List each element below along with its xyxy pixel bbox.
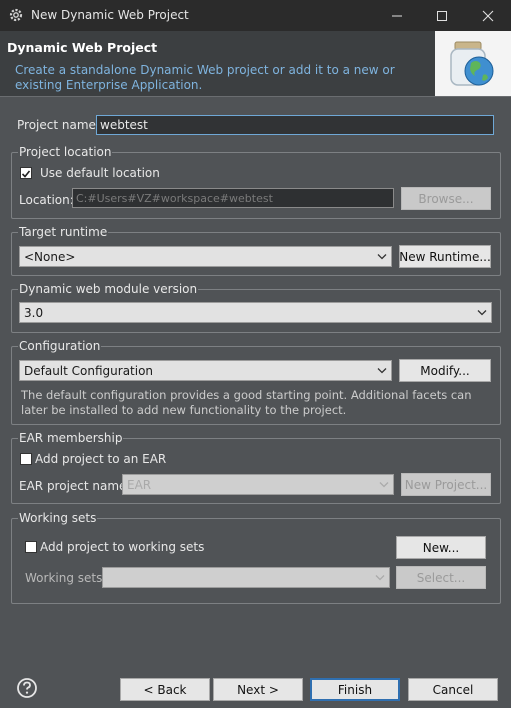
module-version-select[interactable]: 3.0	[19, 302, 492, 323]
project-name-label: Project name:	[17, 118, 100, 132]
project-name-input[interactable]: webtest	[96, 115, 494, 135]
maximize-button[interactable]	[419, 0, 465, 31]
close-button[interactable]	[465, 0, 511, 31]
module-version-group-label: Dynamic web module version	[18, 282, 199, 296]
working-sets-select[interactable]	[102, 567, 390, 588]
target-runtime-group-label: Target runtime	[18, 225, 109, 239]
close-icon	[482, 10, 494, 21]
working-sets-label: Working sets:	[25, 571, 107, 585]
use-default-location-label: Use default location	[40, 166, 160, 180]
next-button[interactable]: Next >	[213, 678, 303, 701]
minimize-icon	[392, 15, 402, 16]
modify-button[interactable]: Modify...	[399, 359, 491, 382]
add-to-ear-label: Add project to an EAR	[35, 452, 167, 466]
finish-button[interactable]: Finish	[310, 678, 400, 701]
working-sets-group	[11, 518, 501, 604]
chevron-down-icon	[377, 367, 387, 373]
working-sets-group-label: Working sets	[18, 511, 98, 525]
maximize-icon	[437, 10, 447, 21]
minimize-button[interactable]	[374, 0, 420, 31]
chevron-down-icon	[375, 574, 385, 580]
configuration-group-label: Configuration	[18, 339, 102, 353]
ear-membership-group-label: EAR membership	[18, 431, 124, 445]
ear-project-name-select[interactable]: EAR	[122, 474, 394, 495]
web-project-jar-icon	[450, 41, 494, 86]
ear-project-name-label: EAR project name:	[19, 479, 131, 493]
chevron-down-icon	[377, 253, 387, 259]
configuration-value: Default Configuration	[24, 363, 154, 378]
add-to-working-sets-checkbox[interactable]	[25, 541, 37, 553]
header-divider	[0, 96, 511, 97]
wizard-banner-image	[435, 31, 511, 96]
project-location-group-label: Project location	[18, 145, 113, 159]
new-working-set-button[interactable]: New...	[396, 536, 486, 559]
location-label: Location:	[19, 193, 74, 207]
configuration-select[interactable]: Default Configuration	[19, 360, 392, 381]
select-working-sets-button[interactable]: Select...	[396, 566, 486, 589]
chevron-down-icon	[477, 309, 487, 315]
target-runtime-select[interactable]: <None>	[19, 246, 392, 267]
back-button[interactable]: < Back	[120, 678, 210, 701]
add-to-ear-checkbox[interactable]	[20, 453, 32, 465]
checkmark-icon	[21, 170, 31, 178]
cancel-button[interactable]: Cancel	[408, 678, 498, 701]
gear-icon	[8, 7, 24, 23]
configuration-description: The default configuration provides a goo…	[21, 388, 472, 417]
page-description: Create a standalone Dynamic Web project …	[15, 63, 395, 92]
location-input[interactable]: C:#Users#VZ#workspace#webtest	[72, 188, 394, 208]
help-button[interactable]	[16, 677, 38, 699]
page-title: Dynamic Web Project	[7, 40, 158, 55]
module-version-value: 3.0	[24, 305, 44, 320]
add-to-working-sets-label: Add project to working sets	[40, 540, 205, 554]
use-default-location-checkbox[interactable]	[20, 167, 32, 179]
target-runtime-value: <None>	[24, 249, 76, 264]
chevron-down-icon	[379, 481, 389, 487]
new-ear-project-button[interactable]: New Project...	[401, 473, 491, 496]
window-title: New Dynamic Web Project	[31, 8, 189, 22]
ear-project-name-value: EAR	[127, 477, 152, 492]
browse-button[interactable]: Browse...	[401, 187, 491, 210]
help-icon	[17, 678, 37, 698]
new-runtime-button[interactable]: New Runtime...	[399, 245, 491, 268]
